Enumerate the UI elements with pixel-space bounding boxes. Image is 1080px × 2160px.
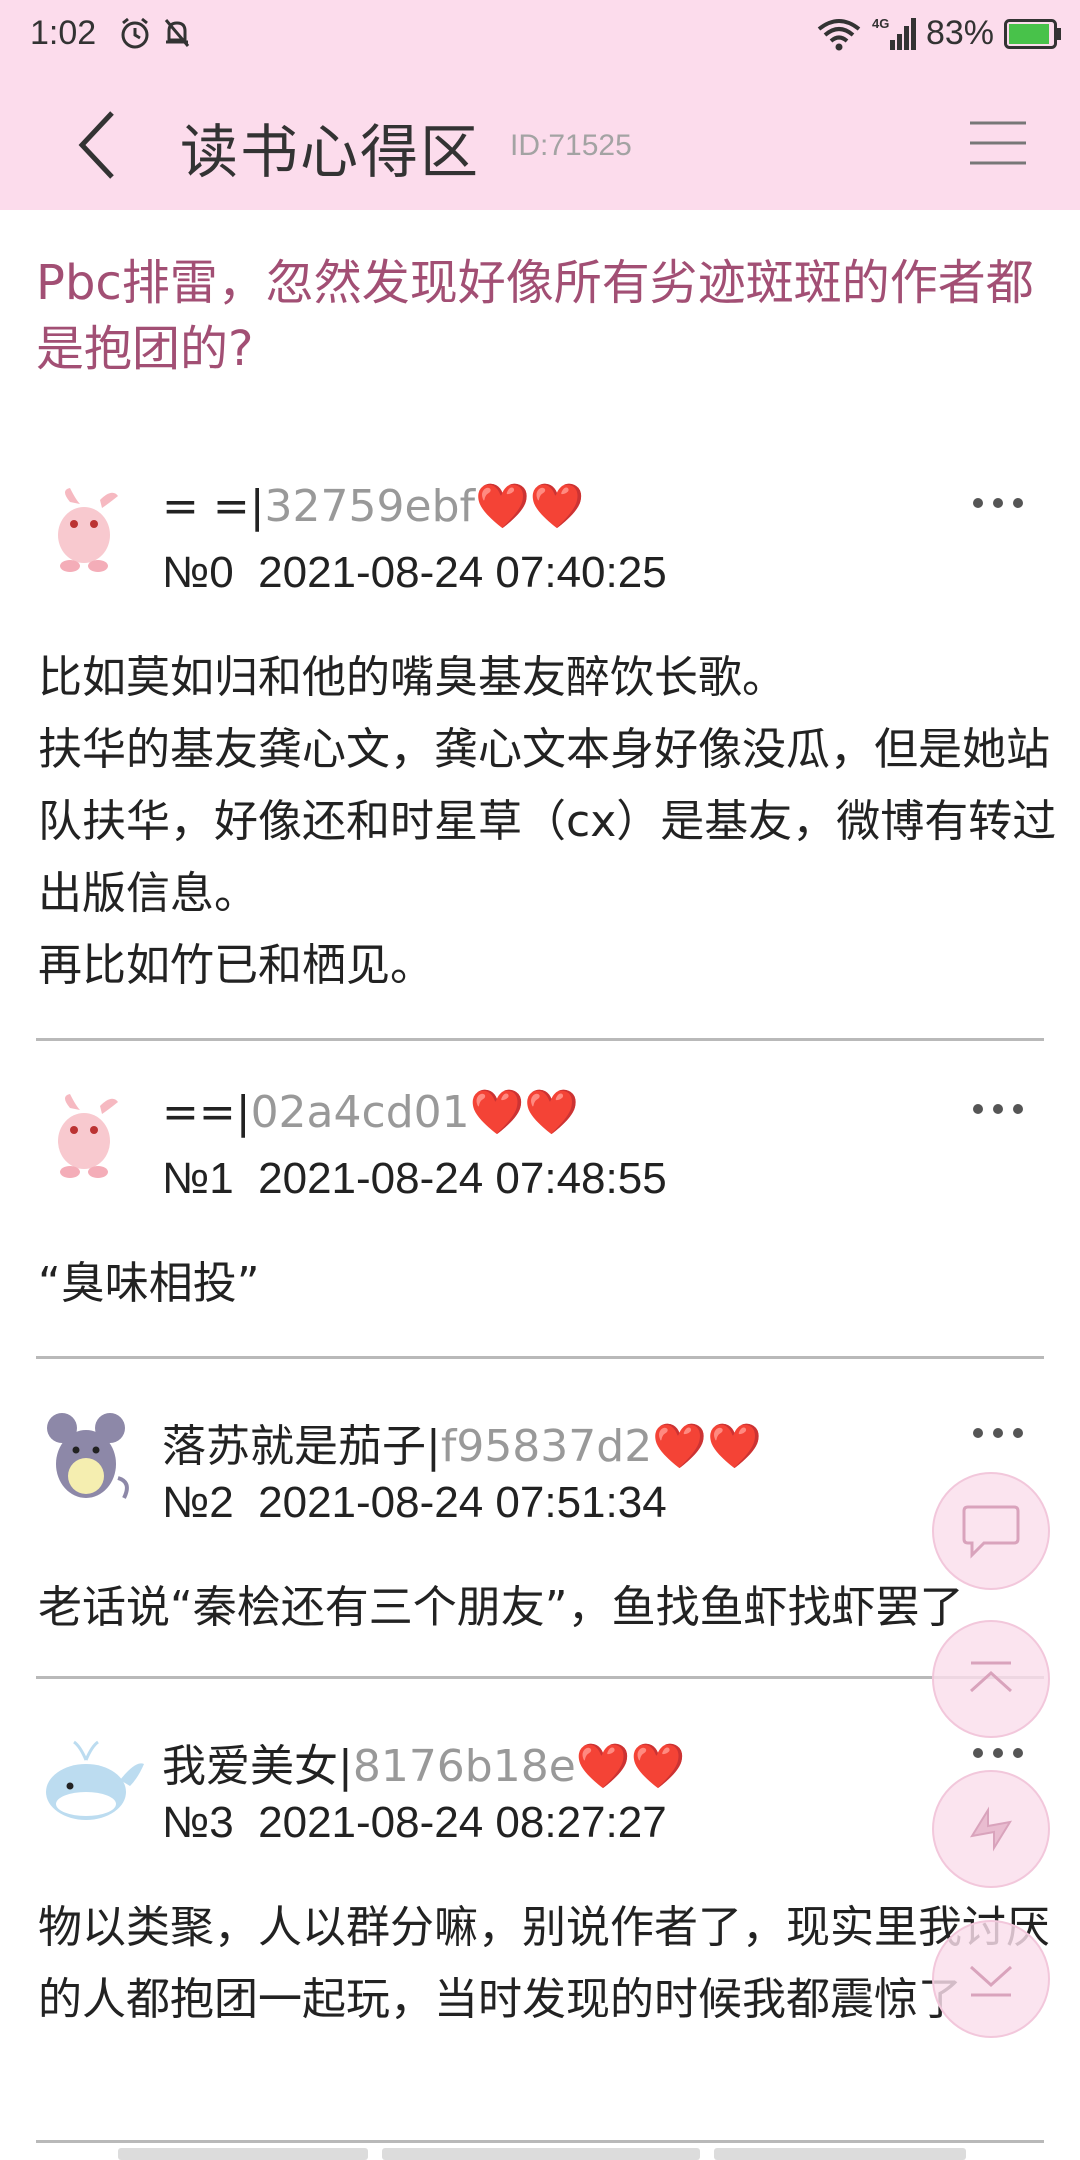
scroll-top-button[interactable] [932, 1620, 1050, 1738]
floor-number: №3 [162, 1798, 234, 1847]
board-id: ID:71525 [510, 129, 632, 162]
post-meta: №2 2021-08-24 07:51:34 [162, 1478, 667, 1528]
floor-number: №0 [162, 548, 234, 597]
status-time: 1:02 [30, 14, 97, 52]
post-user[interactable]: = =|32759ebf❤️❤️ [162, 480, 585, 532]
wifi-icon [817, 18, 861, 50]
comment-button[interactable] [932, 1472, 1050, 1590]
signal-icon: 4G [872, 16, 916, 50]
user-hash: 02a4cd01 [250, 1087, 470, 1138]
bottom-toolbar-edge [118, 2148, 966, 2160]
post-meta: №3 2021-08-24 08:27:27 [162, 1798, 667, 1848]
post-user[interactable]: 落苏就是茄子|f95837d2❤️❤️ [162, 1410, 762, 1474]
status-left-icons [118, 16, 192, 50]
user-name: = =| [162, 481, 265, 532]
bottom-bar-segment [382, 2148, 700, 2160]
comment-icon [962, 1505, 1020, 1559]
page-title: 读书心得区 [180, 118, 481, 186]
purple-mouse-avatar [47, 1413, 129, 1499]
post-meta: №0 2021-08-24 07:40:25 [162, 548, 667, 598]
post-timestamp: 2021-08-24 08:27:27 [258, 1798, 667, 1847]
divider [36, 1038, 1044, 1041]
svg-text:4G: 4G [872, 16, 889, 31]
thread-title: Pbc排雷，忽然发现好像所有劣迹斑斑的作者都是抱团的? [36, 255, 1034, 377]
bottom-bar-segment [118, 2148, 368, 2160]
refresh-button[interactable] [932, 1770, 1050, 1888]
status-bar: 1:02 4G 83% [0, 0, 1080, 75]
user-name: 落苏就是茄子| [162, 1421, 441, 1472]
more-options-icon[interactable] [968, 1094, 1028, 1124]
back-icon[interactable] [60, 105, 140, 185]
heart-icons: ❤️❤️ [652, 1421, 762, 1472]
battery-percent: 83% [925, 14, 994, 52]
divider [36, 1356, 1044, 1359]
scroll-top-icon [969, 1661, 1013, 1693]
more-options-icon[interactable] [968, 1738, 1028, 1768]
pink-creature-avatar [58, 488, 118, 572]
scroll-bottom-button[interactable] [932, 1920, 1050, 2038]
post-timestamp: 2021-08-24 07:40:25 [258, 548, 667, 597]
status-right: 4G 83% [816, 14, 1062, 53]
bottom-bar-segment [714, 2148, 966, 2160]
floor-number: №1 [162, 1154, 234, 1203]
post-user[interactable]: 我爱美女|8176b18e❤️❤️ [162, 1730, 685, 1794]
user-hash: f95837d2 [440, 1421, 653, 1472]
floor-number: №2 [162, 1478, 234, 1527]
more-options-icon[interactable] [968, 488, 1028, 518]
post-timestamp: 2021-08-24 07:48:55 [258, 1154, 667, 1203]
refresh-icon [969, 1806, 1013, 1852]
user-hash: 8176b18e [352, 1741, 576, 1792]
alarm-icon [121, 17, 149, 49]
app-bar: 读书心得区 ID:71525 [0, 75, 1080, 210]
post-meta: №1 2021-08-24 07:48:55 [162, 1154, 667, 1204]
post-body: 老话说“秦桧还有三个朋友”，鱼找鱼虾找虾罢了 [38, 1582, 964, 1633]
scroll-bottom-icon [969, 1965, 1013, 1997]
battery-icon [1004, 18, 1061, 49]
post-user[interactable]: ==|02a4cd01❤️❤️ [162, 1086, 579, 1138]
user-name: 我爱美女| [162, 1741, 353, 1792]
user-hash: 32759ebf [264, 481, 476, 532]
divider [36, 2140, 1044, 2143]
hamburger-menu-icon[interactable] [968, 118, 1028, 168]
heart-icons: ❤️❤️ [475, 481, 585, 532]
post-body: 比如莫如归和他的嘴臭基友醉饮长歌。 扶华的基友龚心文，龚心文本身好像没瓜，但是她… [38, 652, 1057, 991]
post-body: 物以类聚，人以群分嘛，别说作者了，现实里我讨厌的人都抱团一起玩，当时发现的时候我… [38, 1902, 1050, 2025]
post-body: “臭味相投” [38, 1258, 260, 1309]
heart-icons: ❤️❤️ [575, 1741, 686, 1792]
more-options-icon[interactable] [968, 1418, 1028, 1448]
pink-creature-avatar [58, 1094, 118, 1178]
divider [36, 1676, 1044, 1679]
mute-icon [164, 19, 190, 47]
user-name: ==| [162, 1087, 251, 1138]
blue-whale-avatar [46, 1740, 144, 1820]
heart-icons: ❤️❤️ [469, 1087, 580, 1138]
post-timestamp: 2021-08-24 07:51:34 [258, 1478, 667, 1527]
